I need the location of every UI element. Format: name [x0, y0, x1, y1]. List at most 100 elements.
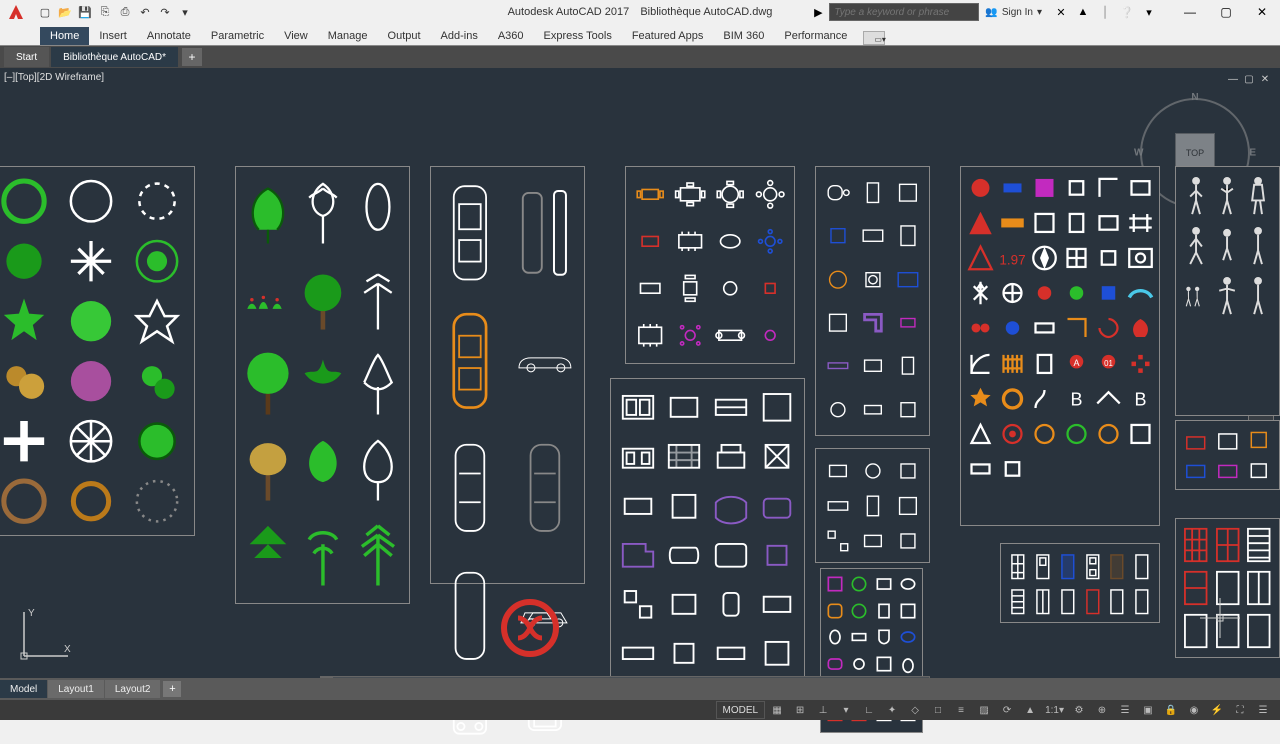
sign-in-button[interactable]: 👥 Sign In ▾: [985, 7, 1042, 18]
library-panel-people: [1175, 166, 1280, 416]
status-quickprops-icon[interactable]: ▣: [1137, 701, 1159, 719]
ribbon-tab-manage[interactable]: Manage: [318, 27, 378, 45]
ucs-x-label: X: [64, 644, 71, 655]
file-tabs: StartBibliothèque AutoCAD*+: [0, 46, 1280, 68]
ribbon-tab-home[interactable]: Home: [40, 27, 89, 45]
viewport-label[interactable]: [–][Top][2D Wireframe]: [4, 72, 104, 83]
status-snap-icon[interactable]: ⊞: [789, 701, 811, 719]
status-infer-icon[interactable]: ⊥: [812, 701, 834, 719]
ucs-icon[interactable]: Y X: [14, 606, 74, 666]
layout-tabs: ModelLayout1Layout2+: [0, 678, 1280, 700]
status-polar-icon[interactable]: ✦: [881, 701, 903, 719]
status-isolate-icon[interactable]: ◉: [1183, 701, 1205, 719]
library-panel-doors: [1000, 543, 1160, 623]
layout-tab-layout2[interactable]: Layout2: [105, 680, 161, 698]
qat-new-icon[interactable]: ▢: [36, 3, 54, 21]
ribbon-tab-insert[interactable]: Insert: [89, 27, 137, 45]
drawing-canvas[interactable]: [–][Top][2D Wireframe] — ▢ ✕ TOP N S E W…: [0, 68, 1280, 678]
qat-saveas-icon[interactable]: ⎘: [96, 3, 114, 21]
status-transparency-icon[interactable]: ▨: [973, 701, 995, 719]
exchange-icon[interactable]: ✕: [1053, 4, 1069, 20]
file-tab-0[interactable]: Start: [4, 47, 49, 67]
ribbon-tab-bim-360[interactable]: BIM 360: [713, 27, 774, 45]
ribbon-overflow-icon[interactable]: ▭▾: [863, 31, 885, 45]
search-play-icon[interactable]: ▶: [810, 4, 826, 20]
library-panel-vehicles: [430, 166, 585, 584]
quick-access-toolbar: ▢ 📂 💾 ⎘ ⎙ ↶ ↷ ▾: [36, 3, 194, 21]
library-panel-extra-elev: [1175, 420, 1280, 490]
viewport-close-icon[interactable]: ✕: [1258, 74, 1272, 86]
ribbon-tab-output[interactable]: Output: [378, 27, 431, 45]
ucs-y-label: Y: [28, 608, 35, 619]
status-grid-icon[interactable]: ▦: [766, 701, 788, 719]
status-lwt-icon[interactable]: ≡: [950, 701, 972, 719]
status-scale-label[interactable]: 1:1▾: [1042, 701, 1067, 719]
ribbon-tab-view[interactable]: View: [274, 27, 318, 45]
status-units-icon[interactable]: ☰: [1114, 701, 1136, 719]
maximize-button[interactable]: ▢: [1208, 0, 1244, 24]
qat-undo-icon[interactable]: ↶: [136, 3, 154, 21]
library-panel-symbols: 1.97 A 01 B: [960, 166, 1160, 526]
qat-dropdown-icon[interactable]: ▾: [176, 3, 194, 21]
status-annomonitor-icon[interactable]: ⊕: [1091, 701, 1113, 719]
ribbon-tab-add-ins[interactable]: Add-ins: [431, 27, 488, 45]
viewport-minimize-icon[interactable]: —: [1226, 74, 1240, 86]
status-lockui-icon[interactable]: 🔒: [1160, 701, 1182, 719]
ribbon-tab-parametric[interactable]: Parametric: [201, 27, 274, 45]
library-panel-tables: [625, 166, 795, 364]
layout-tab-add-button[interactable]: +: [163, 681, 181, 697]
viewport-controls: — ▢ ✕: [1226, 74, 1272, 86]
app-name: Autodesk AutoCAD 2017: [508, 6, 630, 18]
status-annoscale-icon[interactable]: ▲: [1019, 701, 1041, 719]
library-panel-trees-color: [0, 166, 195, 536]
status-bar: MODEL ▦ ⊞ ⊥ ▾ ∟ ✦ ◇ □ ≡ ▨ ⟳ ▲ 1:1▾ ⚙ ⊕ ☰…: [0, 700, 1280, 720]
autodesk-app-icon[interactable]: ▲: [1075, 4, 1091, 20]
divider: ┃: [1097, 4, 1113, 20]
ribbon-tab-annotate[interactable]: Annotate: [137, 27, 201, 45]
status-dynamic-icon[interactable]: ▾: [835, 701, 857, 719]
ribbon-tab-express-tools[interactable]: Express Tools: [534, 27, 622, 45]
viewcube-north[interactable]: N: [1191, 92, 1198, 103]
sign-in-label: Sign In: [1002, 7, 1033, 18]
svg-text:B: B: [1070, 390, 1082, 410]
status-cleanscreen-icon[interactable]: ⛶: [1229, 701, 1251, 719]
crosshair-cursor: [1200, 598, 1240, 638]
ribbon-tabs: HomeInsertAnnotateParametricViewManageOu…: [0, 24, 1280, 46]
library-panel-furniture: [610, 378, 805, 683]
status-workspace-icon[interactable]: ⚙: [1068, 701, 1090, 719]
qat-open-icon[interactable]: 📂: [56, 3, 74, 21]
library-panel-misc-fixtures: [815, 448, 930, 563]
file-name: Bibliothèque AutoCAD.dwg: [640, 6, 772, 18]
qat-redo-icon[interactable]: ↷: [156, 3, 174, 21]
minimize-button[interactable]: —: [1172, 0, 1208, 24]
viewcube-east[interactable]: E: [1249, 148, 1256, 159]
viewport-maximize-icon[interactable]: ▢: [1242, 74, 1256, 86]
publisher-logo-icon: [500, 598, 560, 658]
help-chevron-icon[interactable]: ▾: [1141, 4, 1157, 20]
ribbon-tab-featured-apps[interactable]: Featured Apps: [622, 27, 714, 45]
layout-tab-layout1[interactable]: Layout1: [48, 680, 104, 698]
status-ortho-icon[interactable]: ∟: [858, 701, 880, 719]
ribbon-tab-performance[interactable]: Performance: [774, 27, 857, 45]
file-tab-1[interactable]: Bibliothèque AutoCAD*: [51, 47, 178, 67]
status-cycling-icon[interactable]: ⟳: [996, 701, 1018, 719]
user-icon: 👥: [985, 7, 997, 18]
help-search-input[interactable]: [829, 3, 979, 21]
layout-tab-model[interactable]: Model: [0, 680, 47, 698]
modelspace-button[interactable]: MODEL: [716, 701, 766, 719]
file-tab-add-button[interactable]: +: [182, 48, 202, 66]
ribbon-tab-a360[interactable]: A360: [488, 27, 534, 45]
status-customize-icon[interactable]: ☰: [1252, 701, 1274, 719]
sign-in-chevron-icon: ▾: [1037, 7, 1042, 18]
close-button[interactable]: ✕: [1244, 0, 1280, 24]
app-logo-icon[interactable]: [0, 0, 32, 24]
window-title: Autodesk AutoCAD 2017 Bibliothèque AutoC…: [508, 6, 773, 18]
qat-save-icon[interactable]: 💾: [76, 3, 94, 21]
viewcube-west[interactable]: W: [1134, 148, 1143, 159]
status-hardware-icon[interactable]: ⚡: [1206, 701, 1228, 719]
help-icon[interactable]: ❔: [1119, 4, 1135, 20]
status-osnap-icon[interactable]: □: [927, 701, 949, 719]
status-iso-icon[interactable]: ◇: [904, 701, 926, 719]
qat-print-icon[interactable]: ⎙: [116, 3, 134, 21]
svg-text:01: 01: [1104, 359, 1113, 368]
